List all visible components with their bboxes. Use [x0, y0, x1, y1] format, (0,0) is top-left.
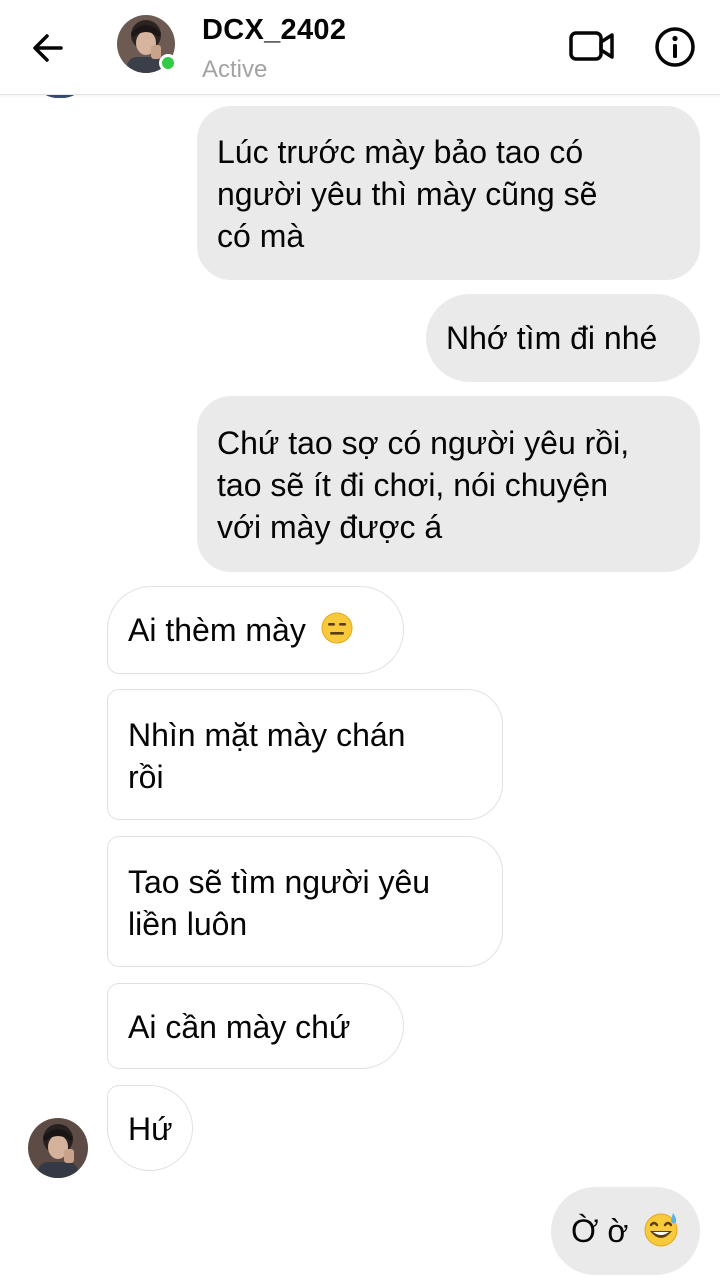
incoming-message-bubble[interactable]: Nhìn mặt mày chán rồi	[107, 689, 503, 820]
message-text-line: Ai cần mày chứ	[128, 1009, 351, 1045]
contact-avatar-wrapper[interactable]	[117, 15, 177, 73]
message-text-line: Ai thèm mày	[128, 609, 383, 654]
conversation-info-button[interactable]	[652, 24, 698, 70]
sender-avatar[interactable]	[28, 1118, 88, 1178]
outgoing-message-bubble[interactable]: Chứ tao sợ có người yêu rồi, tao sẽ ít đ…	[197, 396, 700, 572]
message-text-line: với mày được á	[217, 509, 443, 545]
chat-screen: DCX_2402 Active Lúc trước mày bảo tao có…	[0, 0, 720, 1279]
message-text: Ai thèm mày	[128, 612, 306, 648]
chat-header: DCX_2402 Active	[0, 0, 720, 95]
message-text-line: Tao sẽ tìm người yêu	[128, 864, 431, 900]
grinning-face-with-sweat-emoji	[643, 1211, 679, 1257]
message-text-line: có mà	[217, 218, 305, 254]
incoming-message-bubble[interactable]: Ai cần mày chứ	[107, 983, 404, 1069]
message-text-line: Chứ tao sợ có người yêu rồi,	[217, 425, 630, 461]
outgoing-message-bubble[interactable]: Nhớ tìm đi nhé	[426, 294, 700, 382]
message-text-line: Nhớ tìm đi nhé	[446, 320, 658, 356]
video-camera-icon	[569, 31, 614, 61]
contact-status: Active	[202, 56, 268, 83]
expressionless-face-emoji	[321, 612, 353, 654]
message-text-line: Nhìn mặt mày chán	[128, 717, 406, 753]
message-text-line: Lúc trước mày bảo tao có	[217, 134, 584, 170]
message-text-line: người yêu thì mày cũng sẽ	[217, 176, 598, 212]
outgoing-message-bubble[interactable]: Ờ ờ	[551, 1187, 700, 1275]
online-status-dot	[159, 54, 177, 72]
incoming-message-bubble[interactable]: Tao sẽ tìm người yêu liền luôn	[107, 836, 503, 967]
message-text-line: Ờ ờ	[571, 1210, 680, 1257]
outgoing-message-bubble[interactable]: Lúc trước mày bảo tao có người yêu thì m…	[197, 106, 700, 280]
info-icon	[655, 27, 695, 67]
message-text-line: rồi	[128, 759, 164, 795]
back-arrow-icon	[33, 34, 63, 62]
message-text: Ờ ờ	[571, 1213, 629, 1249]
video-call-button[interactable]	[566, 24, 618, 68]
incoming-message-bubble[interactable]: Ai thèm mày	[107, 586, 404, 674]
contact-name[interactable]: DCX_2402	[202, 14, 346, 47]
message-text-line: tao sẽ ít đi chơi, nói chuyện	[217, 467, 608, 503]
message-text-line: liền luôn	[128, 906, 248, 942]
back-button[interactable]	[26, 26, 70, 70]
message-text-line: Hứ	[128, 1111, 173, 1147]
incoming-message-bubble[interactable]: Hứ	[107, 1085, 193, 1171]
